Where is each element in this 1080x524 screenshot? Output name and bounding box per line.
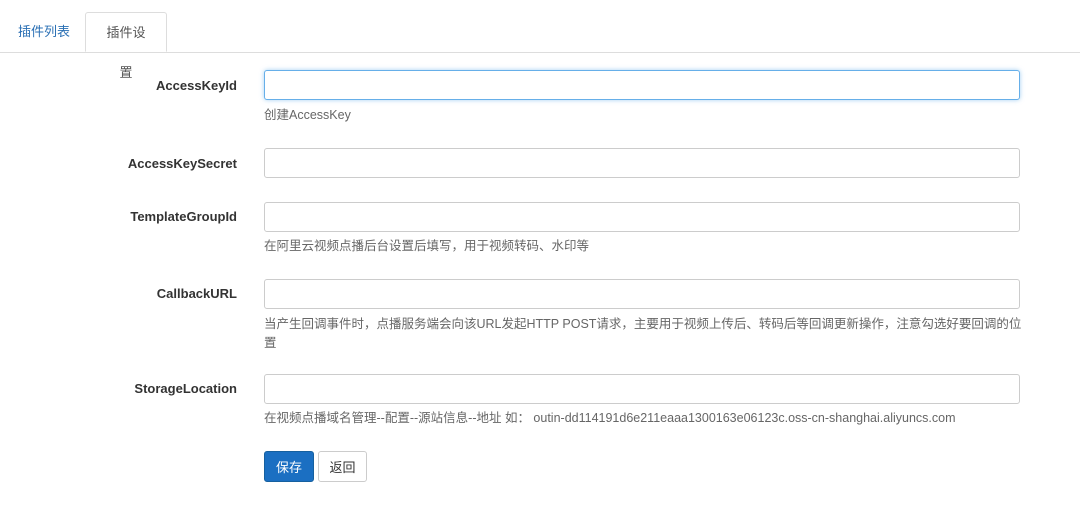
tab-plugin-settings[interactable]: 插件设置 — [85, 12, 167, 80]
template-group-id-help: 在阿里云视频点播后台设置后填写，用于视频转码、水印等 — [264, 239, 590, 253]
back-button[interactable]: 返回 — [318, 451, 367, 482]
access-key-secret-input[interactable] — [264, 148, 1020, 178]
access-key-id-label: AccessKeyId — [156, 78, 237, 93]
access-key-id-help: 创建AccessKey — [264, 108, 351, 122]
tab-plugin-list[interactable]: 插件列表 — [3, 13, 85, 51]
callback-url-help: 当产生回调事件时，点播服务端会向该URL发起HTTP POST请求，主要用于视频… — [264, 317, 1022, 350]
template-group-id-input[interactable] — [264, 202, 1020, 232]
access-key-secret-label: AccessKeySecret — [127, 156, 237, 171]
storage-location-label: StorageLocation — [134, 381, 237, 396]
save-button[interactable]: 保存 — [264, 451, 314, 482]
tab-bar: 插件列表 插件设置 — [0, 0, 1080, 80]
storage-location-input[interactable] — [264, 374, 1020, 404]
template-group-id-label: TemplateGroupId — [130, 209, 237, 224]
callback-url-input[interactable] — [264, 279, 1020, 309]
access-key-id-input[interactable] — [264, 70, 1020, 100]
callback-url-label: CallbackURL — [156, 286, 237, 301]
storage-location-help: 在视频点播域名管理--配置--源站信息--地址 如： outin-dd11419… — [264, 411, 956, 425]
